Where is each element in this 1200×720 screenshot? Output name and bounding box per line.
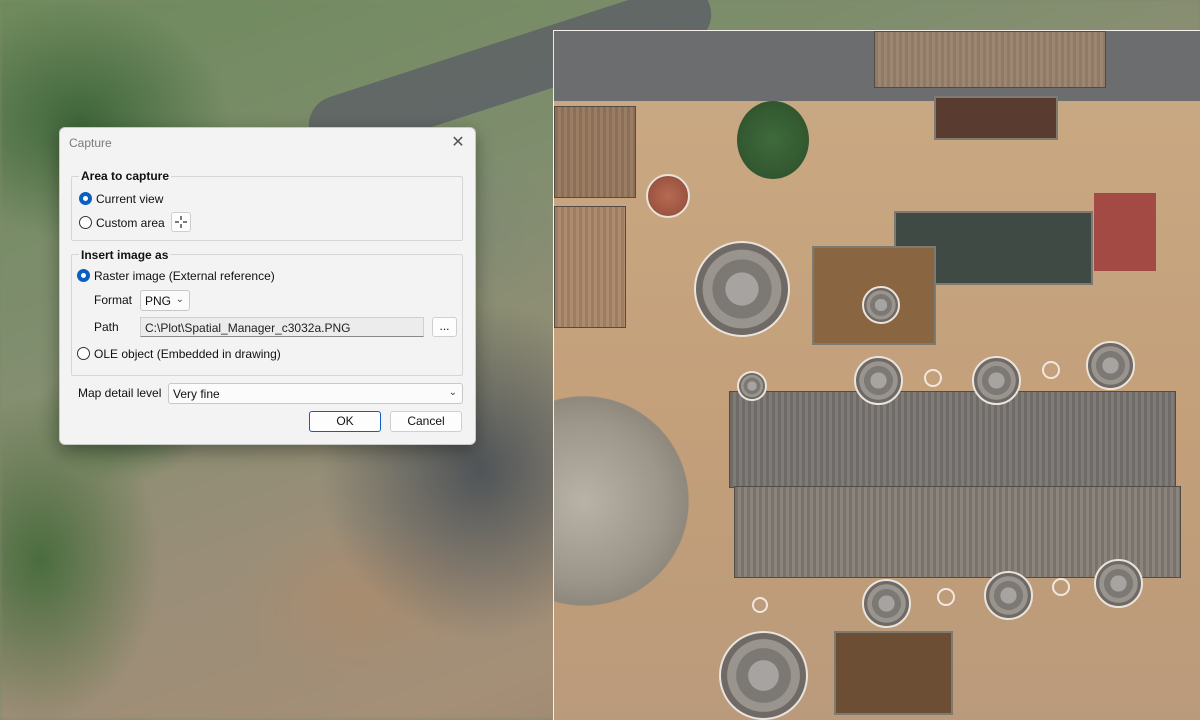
- map-dome: [862, 286, 900, 324]
- map-dome: [719, 631, 808, 720]
- map-dome: [972, 356, 1021, 405]
- format-label: Format: [94, 293, 133, 307]
- raster-image-label[interactable]: Raster image (External reference): [94, 269, 275, 283]
- detail-level-value: Very fine: [173, 387, 220, 401]
- detail-level-label: Map detail level: [78, 386, 162, 400]
- map-ring: [1052, 578, 1070, 596]
- dialog-titlebar[interactable]: Capture ✕: [60, 128, 475, 158]
- current-view-label[interactable]: Current view: [96, 192, 163, 206]
- crosshair-icon: [175, 216, 187, 228]
- custom-area-radio[interactable]: [79, 216, 92, 229]
- ok-button[interactable]: OK: [309, 411, 381, 432]
- ole-object-radio[interactable]: [77, 347, 90, 360]
- map-dome: [1086, 341, 1135, 390]
- map-tree: [737, 101, 809, 179]
- map-roof: [554, 206, 626, 328]
- close-icon[interactable]: ✕: [447, 132, 469, 154]
- map-roof: [554, 106, 636, 198]
- pick-area-button[interactable]: [171, 212, 191, 232]
- capture-dialog: Capture ✕ Area to capture Current view C…: [59, 127, 476, 445]
- map-dome: [1094, 559, 1143, 608]
- map-dome: [646, 174, 690, 218]
- current-view-radio[interactable]: [79, 192, 92, 205]
- browse-button[interactable]: ...: [432, 317, 457, 337]
- chevron-down-icon: ⌄: [448, 387, 457, 398]
- area-to-capture-title: Area to capture: [79, 169, 172, 183]
- custom-area-label[interactable]: Custom area: [96, 216, 165, 230]
- cancel-button[interactable]: Cancel: [390, 411, 462, 432]
- dialog-title: Capture: [69, 136, 112, 150]
- map-dome: [854, 356, 903, 405]
- map-ring: [752, 597, 768, 613]
- map-roof: [874, 31, 1106, 88]
- map-ring: [937, 588, 955, 606]
- map-dome: [694, 241, 790, 337]
- map-ring: [924, 369, 942, 387]
- map-dome: [862, 579, 911, 628]
- map-roof: [729, 391, 1176, 488]
- chevron-down-icon: ⌄: [175, 294, 184, 305]
- path-label: Path: [94, 320, 119, 334]
- format-value: PNG: [145, 294, 172, 308]
- map-ring: [1042, 361, 1060, 379]
- format-select[interactable]: PNG ⌄: [140, 290, 190, 311]
- map-courtyard: [934, 96, 1058, 140]
- area-to-capture-group: [71, 176, 463, 241]
- map-courtyard: [834, 631, 953, 715]
- map-dome: [984, 571, 1033, 620]
- insert-image-title: Insert image as: [79, 248, 171, 262]
- path-field[interactable]: C:\Plot\Spatial_Manager_c3032a.PNG: [140, 317, 424, 337]
- map-dome: [737, 371, 767, 401]
- map-red-roof: [1094, 193, 1156, 271]
- ole-object-label[interactable]: OLE object (Embedded in drawing): [94, 347, 281, 361]
- raster-image-radio[interactable]: [77, 269, 90, 282]
- detail-level-select[interactable]: Very fine ⌄: [168, 383, 463, 404]
- capture-area-preview: [553, 30, 1200, 720]
